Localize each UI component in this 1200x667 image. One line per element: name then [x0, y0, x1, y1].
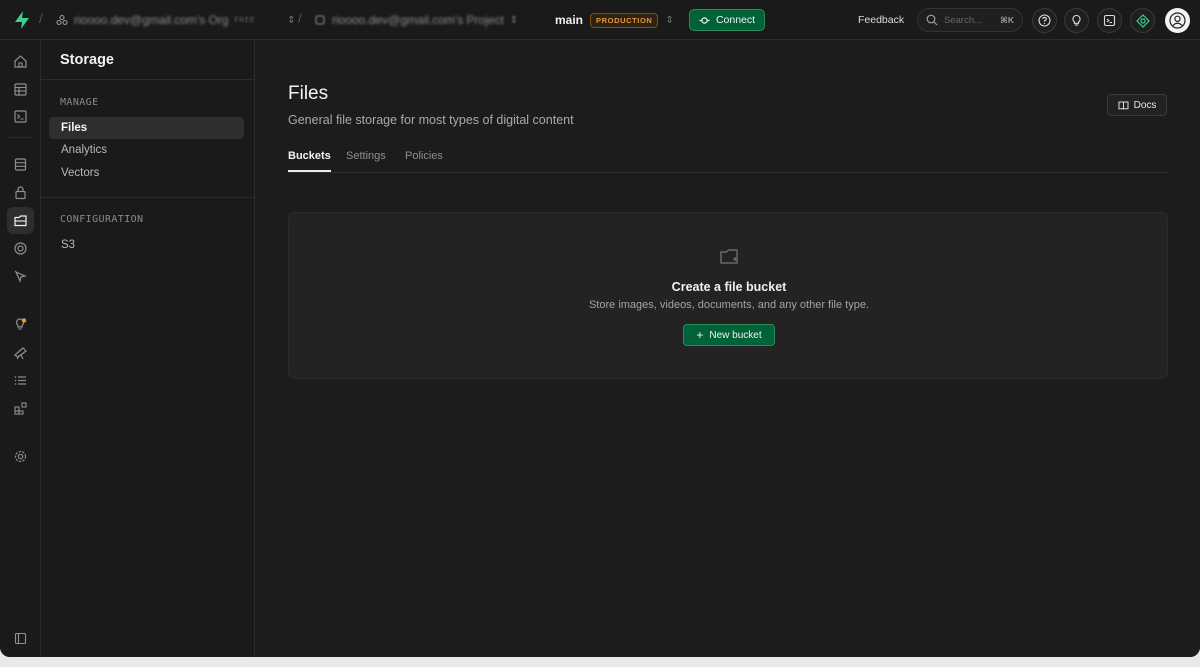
- plus-icon: +: [696, 328, 704, 342]
- project-selector[interactable]: rioooo.dev@gmail.com's Project ⇕: [314, 9, 518, 31]
- advisor-button[interactable]: [1064, 8, 1089, 33]
- docs-label: Docs: [1133, 99, 1157, 111]
- rail-home[interactable]: [7, 48, 34, 75]
- feedback-label: Feedback: [858, 14, 905, 26]
- assistant-button[interactable]: [1130, 8, 1155, 33]
- rail-reports[interactable]: [7, 339, 34, 366]
- page-subtitle: General file storage for most types of d…: [288, 113, 574, 127]
- rail-integrations[interactable]: [7, 395, 34, 422]
- advisors-icon: [16, 318, 27, 330]
- feedback-button[interactable]: Feedback: [850, 9, 912, 31]
- help-button[interactable]: [1032, 8, 1057, 33]
- sidebar-title: Storage: [60, 52, 114, 68]
- connect-label: Connect: [715, 14, 756, 26]
- sql-editor-icon: [14, 110, 27, 123]
- folder-plus-icon: [720, 249, 738, 264]
- nav-rail: [0, 40, 41, 657]
- top-bar: / rioooo.dev@gmail.com's Org FREE ⇕ / ri…: [0, 0, 1200, 40]
- org-icon: [56, 14, 68, 26]
- chevron-up-down-icon[interactable]: ⇕: [287, 15, 295, 26]
- book-icon: [1118, 101, 1129, 110]
- storage-icon: [14, 215, 27, 227]
- rail-edge-functions[interactable]: [7, 263, 34, 290]
- ai-assistant-icon: [1135, 13, 1150, 28]
- project-name: rioooo.dev@gmail.com's Project: [332, 13, 504, 27]
- search-placeholder: Search...: [944, 14, 983, 26]
- rail-authentication[interactable]: [7, 179, 34, 206]
- sidebar-item-files[interactable]: Files: [49, 117, 244, 139]
- sidebar-item-s3[interactable]: S3: [49, 234, 244, 256]
- rail-realtime[interactable]: [7, 235, 34, 262]
- table-editor-icon: [14, 83, 27, 96]
- database-icon: [14, 158, 27, 171]
- supabase-logo-icon[interactable]: [12, 10, 32, 30]
- plug-icon: [699, 16, 710, 24]
- new-bucket-label: New bucket: [709, 329, 762, 341]
- sidebar-divider: [41, 79, 255, 80]
- app-window: / rioooo.dev@gmail.com's Org FREE ⇕ / ri…: [0, 0, 1200, 657]
- docs-button[interactable]: Docs: [1107, 94, 1167, 116]
- reports-icon: [14, 347, 27, 360]
- rail-divider: [8, 137, 33, 138]
- new-bucket-button[interactable]: + New bucket: [683, 324, 775, 346]
- search-shortcut: ⌘K: [999, 14, 1014, 25]
- avatar-icon: [1169, 12, 1186, 29]
- main-content: Files General file storage for most type…: [255, 40, 1200, 657]
- rail-storage[interactable]: [7, 207, 34, 234]
- rail-sql-editor[interactable]: [7, 103, 34, 130]
- page-title: Files: [288, 83, 329, 104]
- org-name: rioooo.dev@gmail.com's Org: [74, 13, 229, 27]
- collapse-sidebar-icon: [14, 632, 27, 645]
- integrations-icon: [14, 402, 27, 415]
- empty-state-title: Create a file bucket: [671, 280, 787, 294]
- user-avatar[interactable]: [1165, 8, 1190, 33]
- plan-badge: FREE: [234, 16, 256, 24]
- lightbulb-icon: [1072, 14, 1081, 26]
- tab-buckets[interactable]: Buckets: [288, 150, 331, 172]
- sidebar-divider: [41, 197, 255, 198]
- section-heading-configuration: CONFIGURATION: [60, 214, 144, 225]
- branch-selector[interactable]: main PRODUCTION ⇕: [555, 9, 674, 31]
- tab-bar: Buckets Settings Policies: [288, 146, 1168, 173]
- tab-settings[interactable]: Settings: [346, 150, 386, 172]
- section-heading-manage: MANAGE: [60, 97, 99, 108]
- rail-advisors[interactable]: [7, 311, 34, 338]
- home-icon: [14, 55, 27, 68]
- project-icon: [315, 15, 325, 25]
- edge-functions-icon: [14, 270, 27, 283]
- terminal-icon: [1103, 14, 1116, 27]
- empty-state-card: Create a file bucket Store images, video…: [288, 212, 1168, 379]
- branch-name: main: [555, 13, 584, 27]
- tab-policies[interactable]: Policies: [405, 150, 443, 172]
- rail-table-editor[interactable]: [7, 76, 34, 103]
- realtime-icon: [14, 242, 27, 255]
- auth-icon: [15, 186, 26, 200]
- sidebar-item-vectors[interactable]: Vectors: [49, 162, 244, 184]
- rail-database[interactable]: [7, 151, 34, 178]
- logs-icon: [14, 376, 26, 385]
- rail-logs[interactable]: [7, 367, 34, 394]
- breadcrumb-separator: /: [298, 11, 302, 26]
- search-icon: [926, 14, 938, 26]
- storage-sidebar: Storage MANAGE Files Analytics Vectors C…: [41, 40, 255, 657]
- rail-settings[interactable]: [7, 443, 34, 470]
- settings-icon: [14, 450, 27, 463]
- terminal-button[interactable]: [1097, 8, 1122, 33]
- help-icon: [1038, 14, 1051, 27]
- connect-button[interactable]: Connect: [689, 9, 765, 31]
- production-badge: PRODUCTION: [590, 12, 659, 28]
- chevron-up-down-icon[interactable]: ⇕: [665, 15, 673, 26]
- chevron-up-down-icon[interactable]: ⇕: [510, 15, 518, 26]
- empty-state-description: Store images, videos, documents, and any…: [588, 299, 870, 311]
- breadcrumb-separator: /: [39, 11, 43, 26]
- search-box[interactable]: Search... ⌘K: [917, 8, 1023, 32]
- org-selector[interactable]: rioooo.dev@gmail.com's Org FREE ⇕: [56, 10, 296, 30]
- sidebar-item-analytics[interactable]: Analytics: [49, 139, 244, 161]
- rail-collapse[interactable]: [7, 625, 34, 652]
